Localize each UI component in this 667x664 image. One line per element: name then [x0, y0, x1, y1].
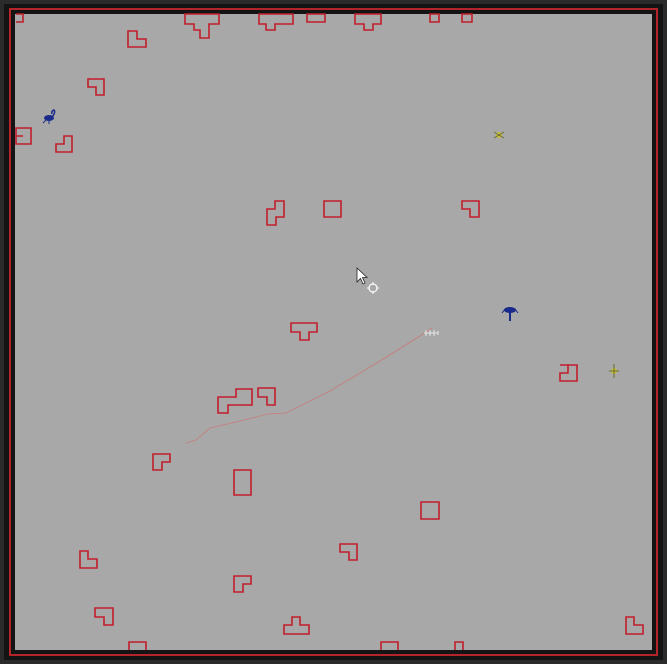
arena-floor[interactable] [15, 14, 652, 650]
game-viewport[interactable] [0, 0, 667, 664]
arena[interactable] [0, 0, 667, 664]
